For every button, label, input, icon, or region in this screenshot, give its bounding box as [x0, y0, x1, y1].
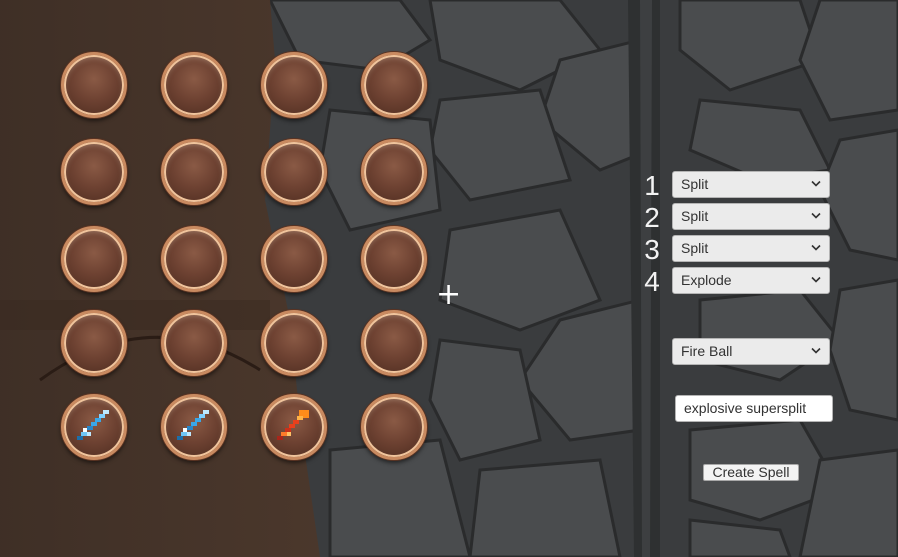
base-spell-dropdown[interactable]: Fire Ball	[672, 338, 830, 365]
inventory-slot[interactable]	[61, 394, 127, 460]
modifier-slot-number-3: 3	[644, 234, 660, 265]
inventory-slot[interactable]	[61, 310, 127, 376]
inventory-slot[interactable]	[261, 139, 327, 205]
inventory-slot[interactable]	[361, 139, 427, 205]
crosshair: +	[436, 277, 462, 312]
inventory-slot[interactable]	[361, 52, 427, 118]
modifier-dropdown-1[interactable]: Split	[672, 171, 830, 198]
modifier-dropdown-1-value: Split	[681, 176, 709, 192]
base-spell-dropdown-value: Fire Ball	[681, 343, 733, 359]
modifier-dropdown-2-value: Split	[681, 208, 709, 224]
chevron-down-icon	[811, 212, 821, 219]
inventory-slot[interactable]	[361, 310, 427, 376]
modifier-slot-number-4: 4	[644, 266, 660, 297]
inventory-slot[interactable]	[61, 226, 127, 292]
inventory-slot[interactable]	[361, 394, 427, 460]
spell-name-input[interactable]: explosive supersplit	[675, 395, 833, 422]
inventory-slot[interactable]	[261, 310, 327, 376]
inventory-slot[interactable]	[161, 310, 227, 376]
chevron-down-icon	[811, 180, 821, 187]
inventory-slot[interactable]	[261, 52, 327, 118]
inventory-slot[interactable]	[161, 394, 227, 460]
modifier-dropdown-2[interactable]: Split	[672, 203, 830, 230]
modifier-dropdown-4-value: Explode	[681, 272, 732, 288]
chevron-down-icon	[811, 347, 821, 354]
inventory-slot[interactable]	[161, 139, 227, 205]
modifier-dropdown-3[interactable]: Split	[672, 235, 830, 262]
create-spell-button[interactable]: Create Spell	[703, 464, 799, 481]
inventory-slot[interactable]	[261, 394, 327, 460]
inventory-slot[interactable]	[61, 139, 127, 205]
modifier-dropdown-4[interactable]: Explode	[672, 267, 830, 294]
inventory-slot[interactable]	[361, 226, 427, 292]
chevron-down-icon	[811, 276, 821, 283]
chevron-down-icon	[811, 244, 821, 251]
modifier-slot-number-1: 1	[644, 170, 660, 201]
inventory-slot[interactable]	[161, 52, 227, 118]
inventory-slot[interactable]	[261, 226, 327, 292]
inventory-slot[interactable]	[161, 226, 227, 292]
modifier-dropdown-3-value: Split	[681, 240, 709, 256]
inventory-slot[interactable]	[61, 52, 127, 118]
modifier-slot-number-2: 2	[644, 202, 660, 233]
